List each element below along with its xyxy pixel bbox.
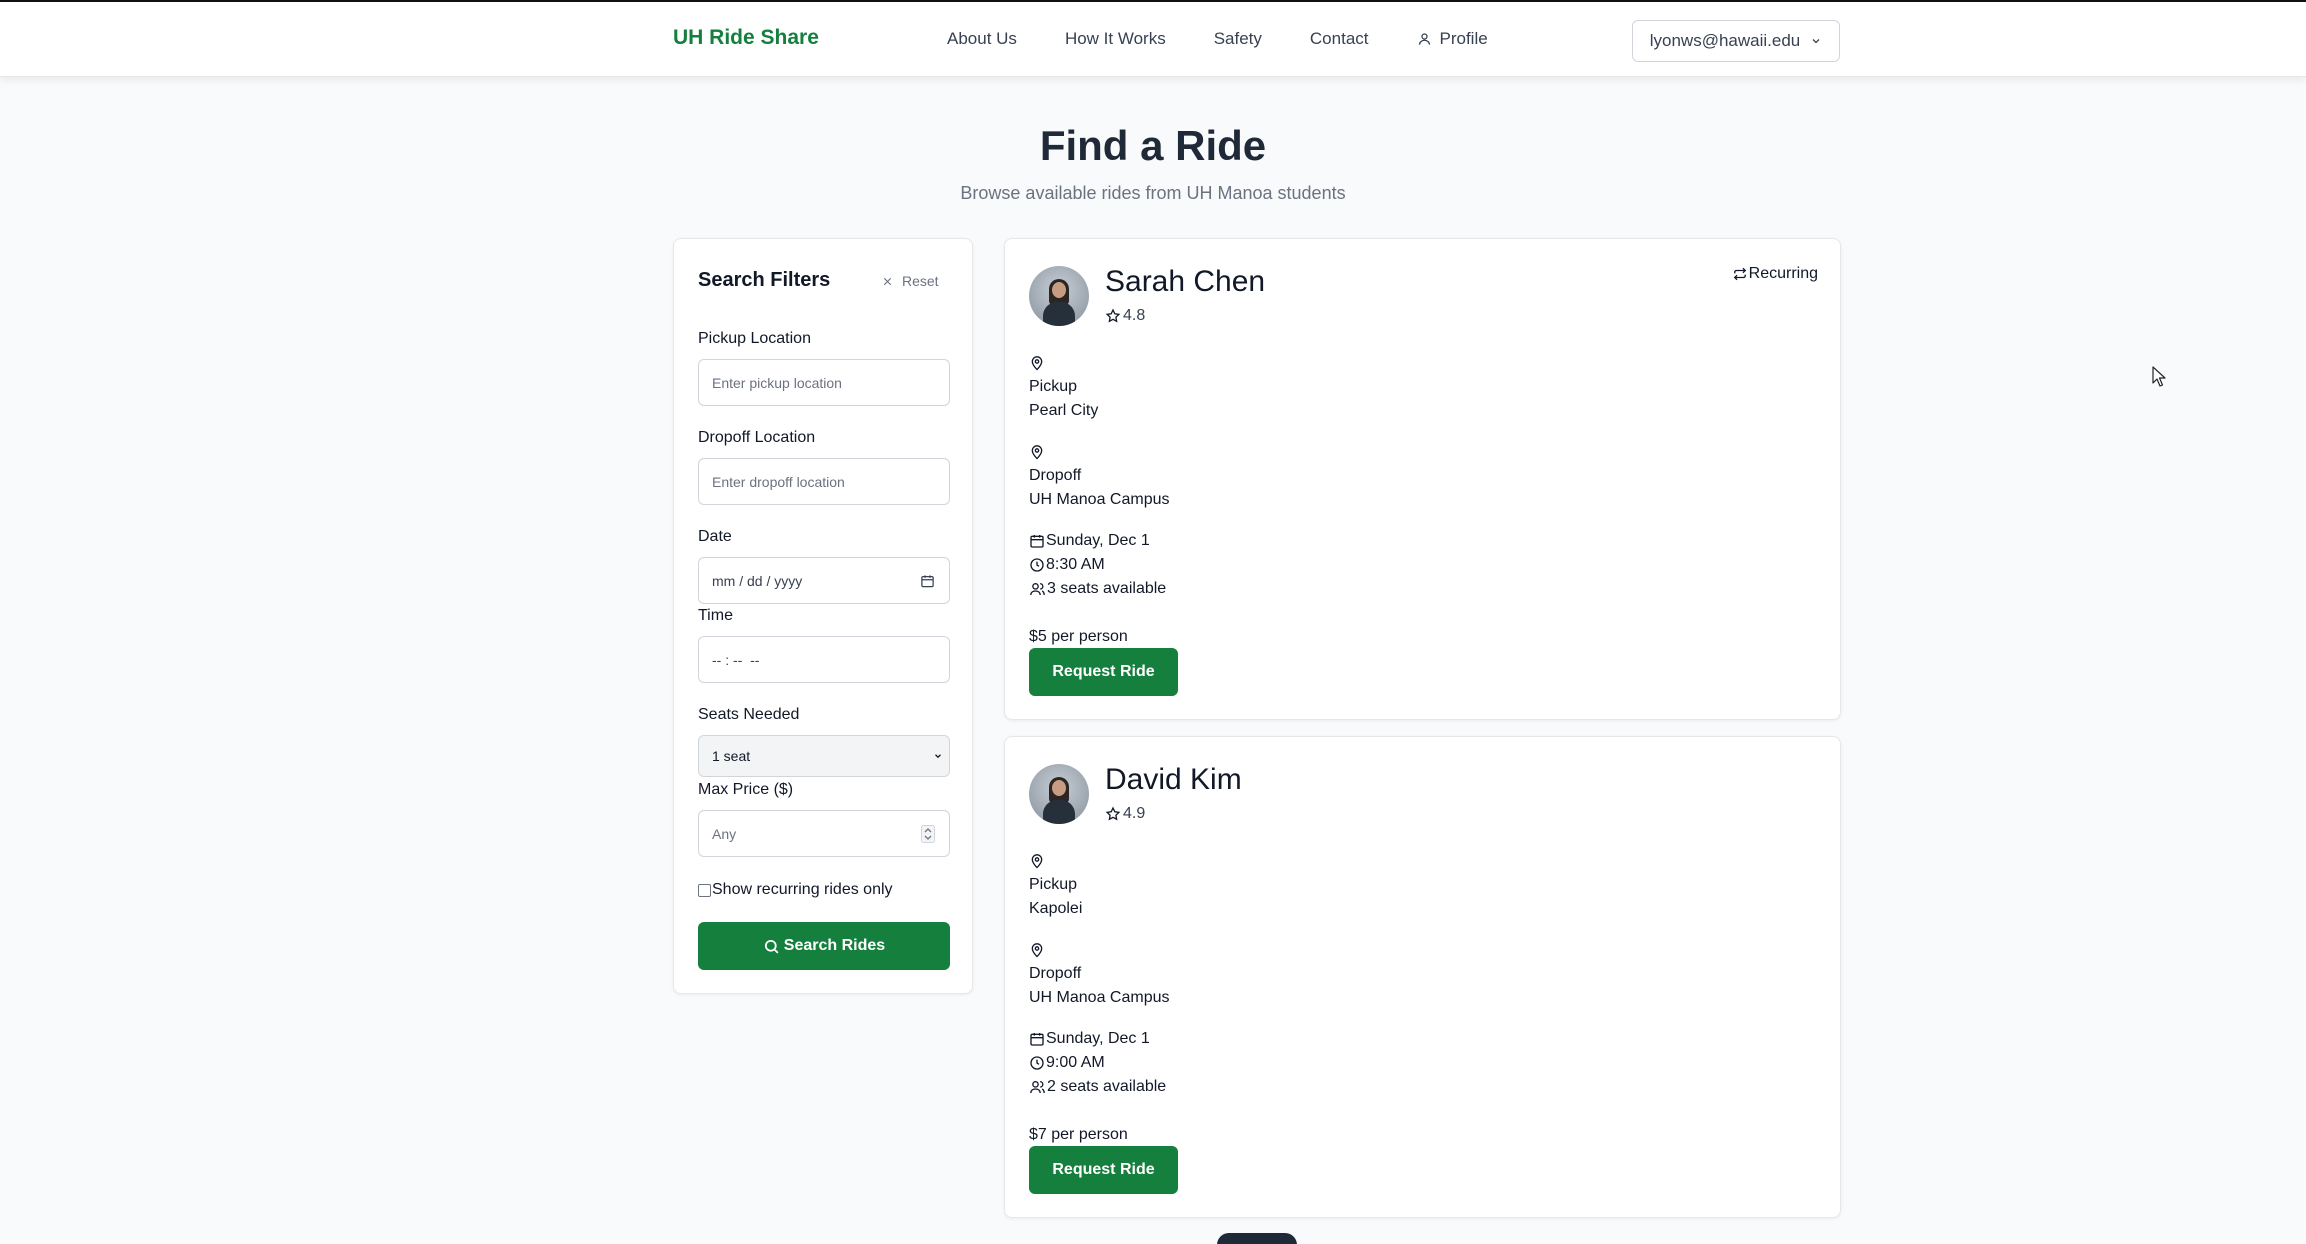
driver-rating: 4.9 xyxy=(1105,805,1145,823)
dropoff-heading: Dropoff xyxy=(1029,965,1082,982)
ride-time-text: 8:30 AM xyxy=(1046,556,1105,573)
nav-link-about[interactable]: About Us xyxy=(947,29,1017,49)
ride-card: David Kim 4.9 Pickup Kapolei Dropoff UH … xyxy=(1004,736,1841,1218)
reset-button[interactable]: Reset xyxy=(882,273,939,289)
pickup-label: Pickup Location xyxy=(698,330,811,347)
rating-value: 4.9 xyxy=(1123,805,1146,822)
nav-link-how-it-works[interactable]: How It Works xyxy=(1065,29,1166,49)
pickup-input[interactable]: Enter pickup location xyxy=(698,359,950,406)
recurring-only-label: Show recurring rides only xyxy=(712,881,893,898)
driver-rating: 4.8 xyxy=(1105,307,1145,325)
calendar-icon xyxy=(1030,1033,1044,1046)
clock-icon xyxy=(1030,558,1044,572)
search-rides-button[interactable]: Search Rides xyxy=(698,922,950,970)
map-pin-icon xyxy=(1031,445,1043,460)
map-pin-icon xyxy=(1031,356,1043,371)
pickup-heading: Pickup xyxy=(1029,876,1078,893)
driver-name: David Kim xyxy=(1105,763,1242,796)
pickup-placeholder: Enter pickup location xyxy=(712,374,842,391)
search-rides-label: Search Rides xyxy=(783,937,886,954)
request-ride-button[interactable]: Request Ride xyxy=(1029,648,1178,696)
dropoff-input[interactable]: Enter dropoff location xyxy=(698,458,950,505)
chevron-down-icon xyxy=(935,754,941,759)
ride-time: 8:30 AM xyxy=(1029,556,1105,574)
dropoff-heading: Dropoff xyxy=(1029,467,1082,484)
calendar-icon xyxy=(1030,535,1044,548)
ride-date: Sunday, Dec 1 xyxy=(1029,1030,1150,1048)
users-icon xyxy=(1030,1081,1045,1094)
star-icon xyxy=(1105,308,1121,323)
time-input[interactable]: -- : -- -- xyxy=(698,636,950,683)
clock-icon xyxy=(1030,1056,1044,1070)
ride-date-text: Sunday, Dec 1 xyxy=(1046,532,1150,549)
ride-seats-text: 2 seats available xyxy=(1047,1078,1167,1095)
seats-select[interactable]: 1 seat xyxy=(698,735,950,777)
map-pin-icon xyxy=(1031,943,1043,958)
driver-avatar xyxy=(1029,764,1089,824)
nav-link-contact[interactable]: Contact xyxy=(1310,29,1369,49)
brand-logo[interactable]: UH Ride Share xyxy=(673,26,819,50)
user-icon xyxy=(1418,33,1430,45)
dropoff-label: Dropoff Location xyxy=(698,429,816,446)
ride-seats-text: 3 seats available xyxy=(1047,580,1167,597)
user-email: lyonws@hawaii.edu xyxy=(1649,31,1801,50)
ride-time: 9:00 AM xyxy=(1029,1054,1105,1072)
request-ride-button[interactable]: Request Ride xyxy=(1029,1146,1178,1194)
ride-card: Sarah Chen 4.8 Recurring Pickup Pearl Ci… xyxy=(1004,238,1841,720)
map-pin-icon xyxy=(1031,854,1043,869)
driver-avatar xyxy=(1029,266,1089,326)
user-menu-dropdown[interactable]: lyonws@hawaii.edu xyxy=(1632,20,1840,62)
pickup-location: Kapolei xyxy=(1029,900,1083,917)
ride-seats: 3 seats available xyxy=(1029,580,1166,598)
calendar-icon[interactable] xyxy=(920,573,935,588)
filters-title: Search Filters xyxy=(698,269,831,291)
ride-date-text: Sunday, Dec 1 xyxy=(1046,1030,1150,1047)
dropoff-location: UH Manoa Campus xyxy=(1029,989,1170,1006)
top-navbar: UH Ride Share About Us How It Works Safe… xyxy=(0,0,2306,77)
nav-link-profile[interactable]: Profile xyxy=(1417,29,1488,49)
seats-label: Seats Needed xyxy=(698,706,800,723)
repeat-icon xyxy=(1733,267,1746,281)
date-label: Date xyxy=(698,528,732,545)
search-filters-panel: Search Filters Reset Pickup Location Ent… xyxy=(673,238,973,994)
ride-date: Sunday, Dec 1 xyxy=(1029,532,1150,550)
spinner-arrows-icon[interactable] xyxy=(921,824,935,843)
close-icon xyxy=(883,277,892,285)
rating-value: 4.8 xyxy=(1123,307,1146,324)
dropoff-location: UH Manoa Campus xyxy=(1029,491,1170,508)
nav-links: About Us How It Works Safety Contact Pro… xyxy=(947,29,1536,49)
recurring-label: Recurring xyxy=(1748,265,1818,282)
users-icon xyxy=(1030,583,1045,596)
time-placeholder: -- : -- -- xyxy=(712,651,760,668)
ride-seats: 2 seats available xyxy=(1029,1078,1166,1096)
pickup-location: Pearl City xyxy=(1029,402,1099,419)
chevron-down-icon xyxy=(1812,39,1820,44)
page-title: Find a Ride xyxy=(1039,122,1267,169)
max-price-label: Max Price ($) xyxy=(698,781,794,798)
recurring-badge: Recurring xyxy=(1733,265,1818,283)
page-subtitle: Browse available rides from UH Manoa stu… xyxy=(960,183,1346,203)
seats-value: 1 seat xyxy=(712,748,751,764)
nav-link-safety[interactable]: Safety xyxy=(1214,29,1262,49)
recurring-only-row[interactable]: Show recurring rides only xyxy=(698,881,893,899)
reset-label: Reset xyxy=(902,273,939,289)
ride-price: $7 per person xyxy=(1029,1126,1128,1143)
max-price-placeholder: Any xyxy=(712,825,737,842)
profile-label: Profile xyxy=(1439,29,1488,48)
search-icon xyxy=(764,939,779,954)
mouse-cursor-icon xyxy=(2152,366,2166,387)
time-label: Time xyxy=(698,607,733,624)
floating-toast-handle[interactable] xyxy=(1217,1233,1297,1244)
date-input[interactable]: mm / dd / yyyy xyxy=(698,557,950,604)
max-price-input[interactable]: Any xyxy=(698,810,950,857)
date-placeholder: mm / dd / yyyy xyxy=(712,572,803,589)
recurring-only-checkbox[interactable] xyxy=(698,883,711,897)
ride-price: $5 per person xyxy=(1029,628,1128,645)
pickup-heading: Pickup xyxy=(1029,378,1078,395)
star-icon xyxy=(1105,806,1121,821)
driver-name: Sarah Chen xyxy=(1105,265,1266,298)
ride-time-text: 9:00 AM xyxy=(1046,1054,1105,1071)
dropoff-placeholder: Enter dropoff location xyxy=(712,473,845,490)
